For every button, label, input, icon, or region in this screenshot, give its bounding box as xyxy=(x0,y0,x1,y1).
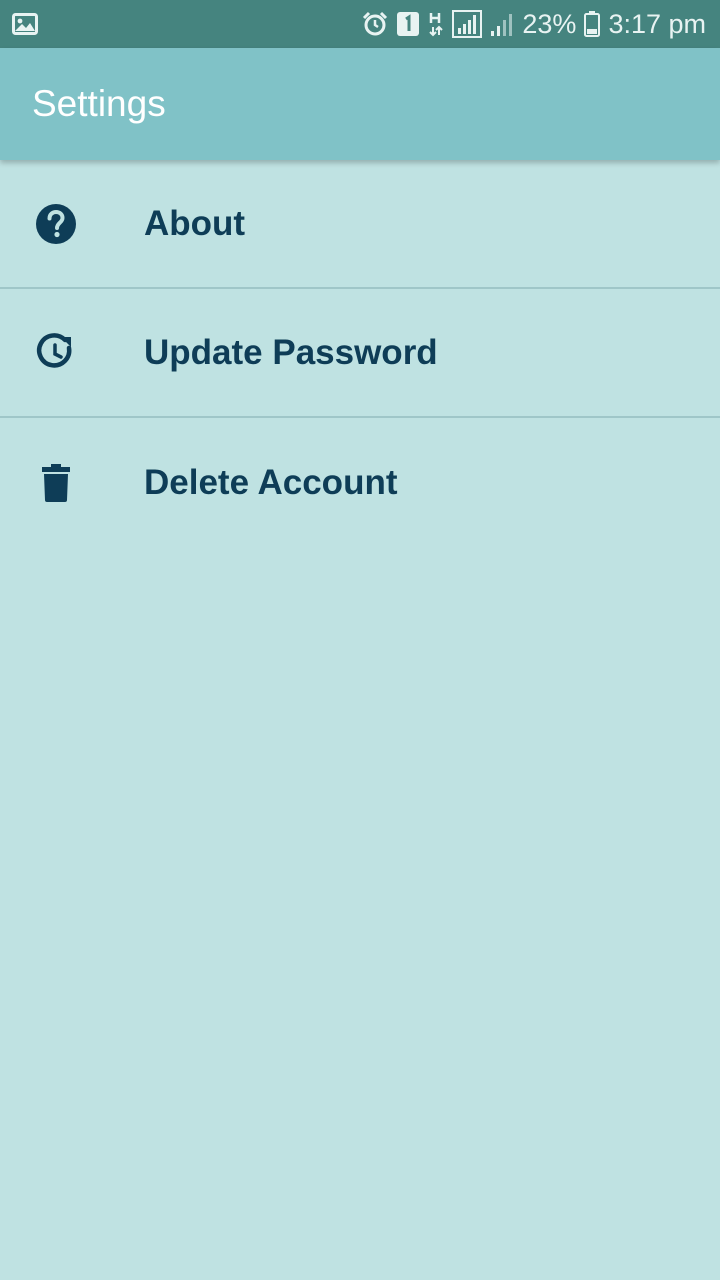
status-bar-left xyxy=(12,13,362,35)
app-bar: Settings xyxy=(0,48,720,160)
image-icon xyxy=(12,13,38,35)
sim-1-icon xyxy=(396,11,420,37)
h-data-icon xyxy=(428,11,444,37)
battery-icon xyxy=(584,11,601,37)
settings-item-label: Delete Account xyxy=(144,462,398,502)
settings-list: About Update Password Delete Account xyxy=(0,160,720,547)
signal-weak-icon xyxy=(490,11,514,37)
settings-item-delete-account[interactable]: Delete Account xyxy=(0,418,720,547)
settings-item-label: About xyxy=(144,203,246,243)
refresh-clock-icon xyxy=(0,331,112,375)
settings-item-about[interactable]: About xyxy=(0,160,720,289)
settings-item-update-password[interactable]: Update Password xyxy=(0,289,720,418)
status-time: 3:17 pm xyxy=(608,8,706,39)
page-title: Settings xyxy=(32,83,166,124)
trash-icon xyxy=(0,461,112,505)
settings-item-label: Update Password xyxy=(144,332,438,372)
signal-icon xyxy=(452,10,483,38)
alarm-icon xyxy=(362,11,388,37)
help-circle-icon xyxy=(0,202,112,246)
status-bar: 23% 3:17 pm xyxy=(0,0,720,48)
battery-percent: 23% xyxy=(522,8,577,39)
status-bar-right: 23% 3:17 pm xyxy=(362,9,706,40)
